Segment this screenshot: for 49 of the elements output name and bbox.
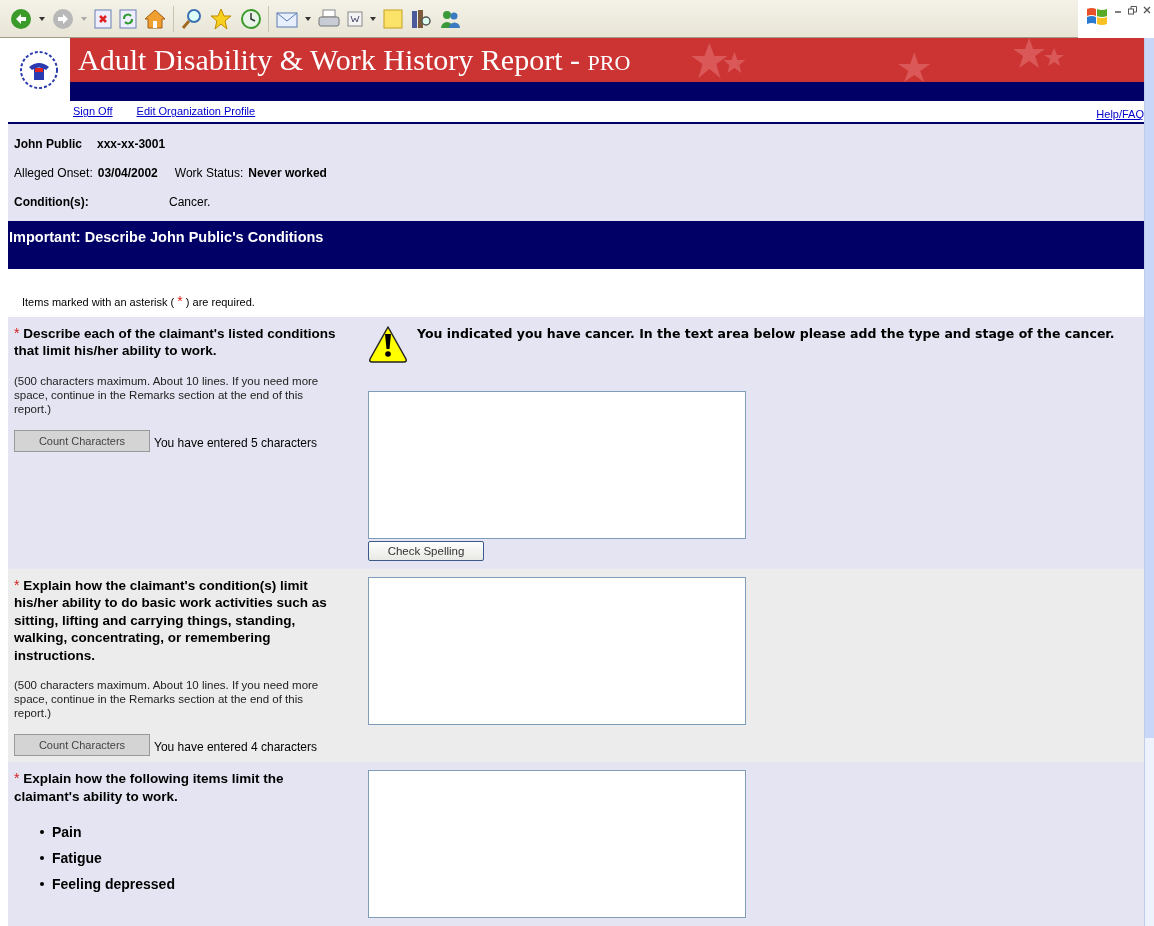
required-note: Items marked with an asterisk ( * ) are required. [22, 292, 255, 309]
books-icon[interactable] [410, 7, 432, 30]
search-icon[interactable] [181, 7, 203, 30]
warning-text: You indicated you have cancer. In the text area below please add the type and stage of the cancer. [417, 325, 1115, 341]
list-item: Fatigue [52, 850, 102, 866]
restore-icon[interactable] [1128, 6, 1137, 15]
onset-date: 03/04/2002 [97, 166, 158, 181]
caret-icon[interactable] [370, 16, 376, 21]
list-item: Feeling depressed [52, 876, 175, 892]
check-spelling-button[interactable]: Check Spelling [368, 540, 484, 561]
hint-text: (500 characters maximum. About 10 lines. If you need more space, continue in the Remarks section at the end of this report.) [14, 678, 320, 720]
onset-label: Alleged Onset: [14, 166, 93, 181]
forward-icon[interactable] [52, 7, 74, 30]
close-icon[interactable] [1143, 6, 1151, 14]
seal-icon [19, 49, 59, 90]
home-icon[interactable] [144, 8, 166, 29]
section-title: Important: Describe John Public's Conditions [9, 228, 324, 245]
question-text: * Explain how the following items limit the claimant's ability to work. [14, 770, 285, 805]
warning-icon [368, 324, 408, 363]
question-text: * Describe each of the claimant's listed conditions that limit his/her ability to work. [14, 324, 337, 360]
document-icon[interactable] [347, 10, 363, 27]
mail-icon[interactable] [276, 9, 298, 28]
work-status-label: Work Status: [174, 166, 244, 181]
character-count: You have entered 4 characters [154, 740, 317, 754]
stop-icon[interactable] [94, 8, 112, 29]
hint-text: (500 characters maximum. About 10 lines. If you need more space, continue in the Remarks section at the end of this report.) [14, 373, 320, 416]
windows-logo-icon [1086, 6, 1108, 26]
caret-icon[interactable] [305, 16, 311, 21]
question-text: * Explain how the claimant's condition(s) limit his/her ability to do basic work activities such as sitting, lifting and carrying things, standing, walking, concentrating, or remembering instructions. [14, 576, 328, 664]
help-link[interactable]: Help/FAQ [1096, 108, 1144, 121]
character-count: You have entered 5 characters [154, 435, 317, 450]
star-icon[interactable] [210, 7, 232, 30]
count-characters-button[interactable]: Count Characters [14, 734, 150, 756]
back-icon[interactable] [10, 7, 32, 30]
caret-icon[interactable] [39, 16, 45, 21]
scrollbar[interactable] [1144, 38, 1154, 926]
printer-icon[interactable] [318, 8, 340, 29]
work-status-value: Never worked [248, 166, 327, 181]
list-item: Pain [52, 824, 82, 840]
refresh-icon[interactable] [119, 8, 137, 29]
conditions-label: Condition(s): [14, 195, 90, 210]
ssn-text: xxx-xx-3001 [97, 137, 166, 152]
count-characters-button[interactable]: Count Characters [14, 429, 150, 452]
nav-link[interactable]: Sign Off [73, 105, 113, 118]
conditions-value: Cancer. [169, 195, 211, 210]
history-icon[interactable] [239, 7, 261, 30]
page-title: Adult Disability & Work History Report - PRO [78, 43, 631, 77]
claimant-name: John Public [14, 137, 82, 152]
nav-link[interactable]: Edit Organization Profile [136, 105, 256, 118]
